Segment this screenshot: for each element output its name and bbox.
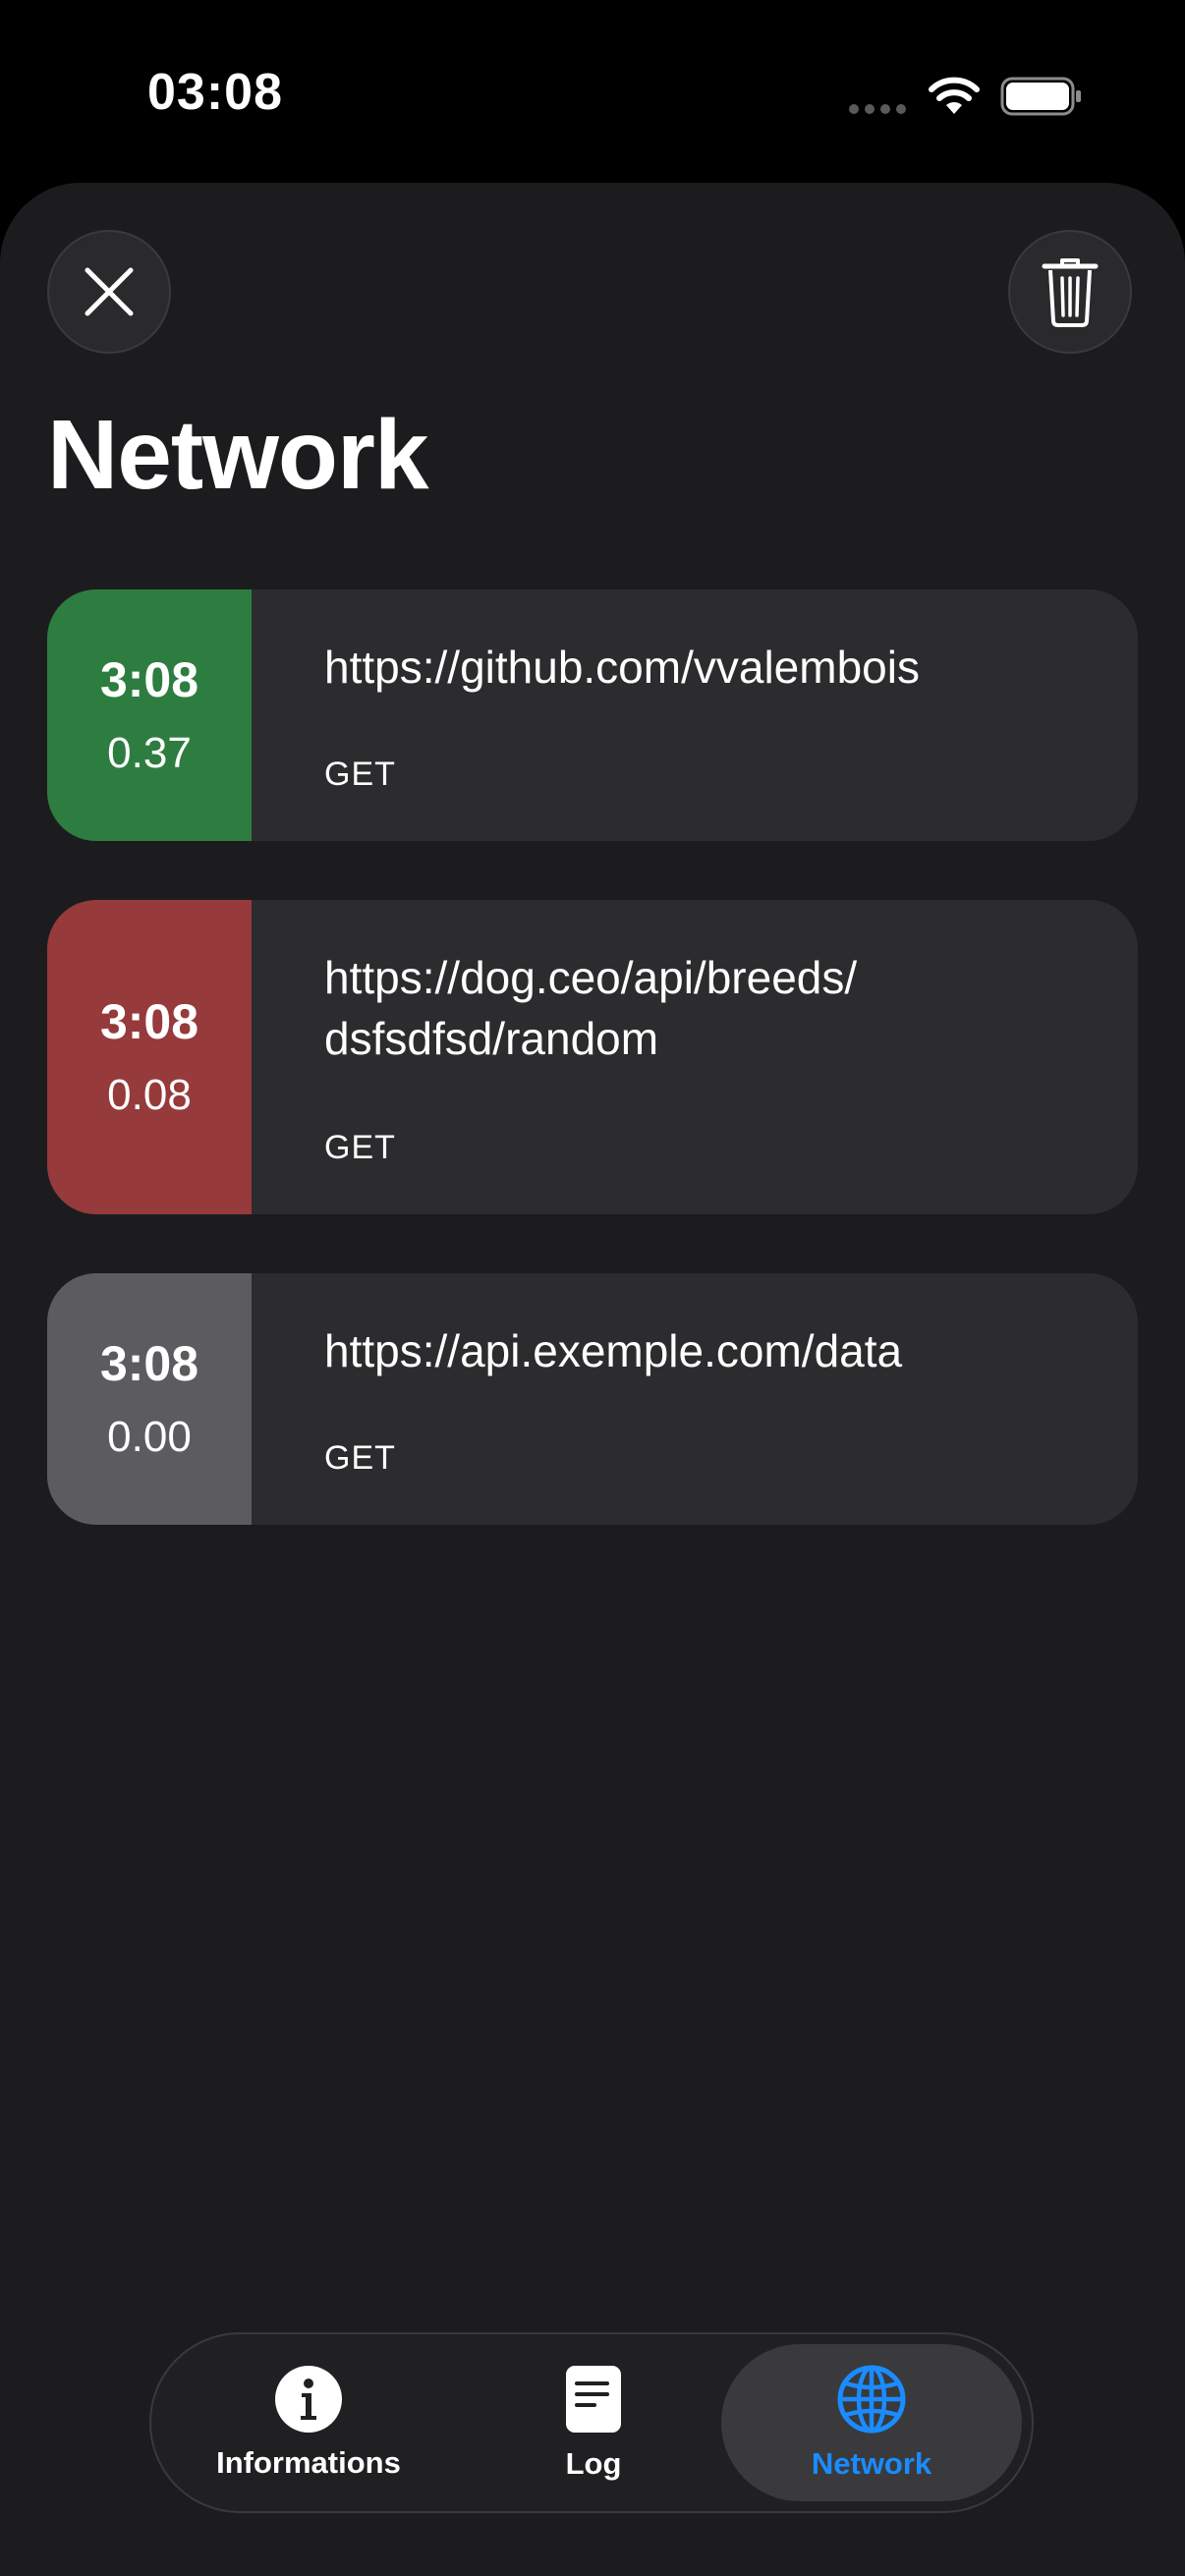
tab-log[interactable]: Log bbox=[515, 2344, 672, 2501]
wifi-icon bbox=[929, 77, 980, 114]
close-icon bbox=[85, 267, 134, 316]
tab-informations[interactable]: Informations bbox=[191, 2344, 426, 2501]
page-title: Network bbox=[47, 400, 429, 510]
request-url: https://dog.ceo/api/breeds/ dsfsdfsd/ran… bbox=[324, 947, 1099, 1069]
request-duration: 0.37 bbox=[107, 729, 192, 777]
request-row-github[interactable]: 3:08 0.37 https://github.com/vvalembois … bbox=[47, 589, 1138, 841]
tab-bar: Informations Log Network bbox=[149, 2332, 1034, 2513]
request-url: https://api.exemple.com/data bbox=[324, 1325, 903, 1376]
request-info: https://dog.ceo/api/breeds/ dsfsdfsd/ran… bbox=[252, 900, 1138, 1214]
request-row-dog-ceo[interactable]: 3:08 0.08 https://dog.ceo/api/breeds/ ds… bbox=[47, 900, 1138, 1214]
tab-label: Informations bbox=[216, 2445, 401, 2480]
tab-label: Network bbox=[811, 2446, 932, 2481]
request-duration: 0.08 bbox=[107, 1071, 192, 1119]
trash-button[interactable] bbox=[1008, 230, 1132, 354]
request-info: https://github.com/vvalembois GET bbox=[252, 589, 1138, 841]
document-icon bbox=[566, 2366, 621, 2433]
cellular-signal-icon bbox=[849, 104, 908, 114]
request-method: GET bbox=[324, 1439, 396, 1477]
status-time: 03:08 bbox=[147, 64, 283, 121]
request-method: GET bbox=[324, 1129, 396, 1166]
network-sheet: Network 3:08 0.37 https://github.com/vva… bbox=[0, 183, 1185, 2576]
trash-icon bbox=[1042, 258, 1099, 327]
request-row-api-exemple[interactable]: 3:08 0.00 https://api.exemple.com/data G… bbox=[47, 1273, 1138, 1525]
close-button[interactable] bbox=[47, 230, 171, 354]
tab-label: Log bbox=[565, 2446, 622, 2481]
request-time: 3:08 bbox=[99, 652, 199, 707]
status-block-success: 3:08 0.37 bbox=[47, 589, 252, 841]
battery-icon bbox=[1000, 77, 1081, 116]
request-method: GET bbox=[324, 756, 396, 793]
screen: 03:08 Network 3:08 0.37 https://github.c… bbox=[0, 0, 1185, 2576]
request-info: https://api.exemple.com/data GET bbox=[252, 1273, 1138, 1525]
tab-network[interactable]: Network bbox=[721, 2344, 1022, 2501]
request-url-line: dsfsdfsd/random bbox=[324, 1013, 659, 1064]
info-icon bbox=[275, 2366, 342, 2433]
request-duration: 0.00 bbox=[107, 1413, 192, 1461]
request-url-line: https://dog.ceo/api/breeds/ bbox=[324, 952, 858, 1003]
status-block-pending: 3:08 0.00 bbox=[47, 1273, 252, 1525]
status-block-error: 3:08 0.08 bbox=[47, 900, 252, 1214]
request-time: 3:08 bbox=[99, 1336, 199, 1391]
request-list: 3:08 0.37 https://github.com/vvalembois … bbox=[47, 589, 1138, 1584]
request-time: 3:08 bbox=[99, 994, 199, 1049]
globe-icon bbox=[837, 2365, 906, 2434]
request-url: https://github.com/vvalembois bbox=[324, 642, 920, 693]
